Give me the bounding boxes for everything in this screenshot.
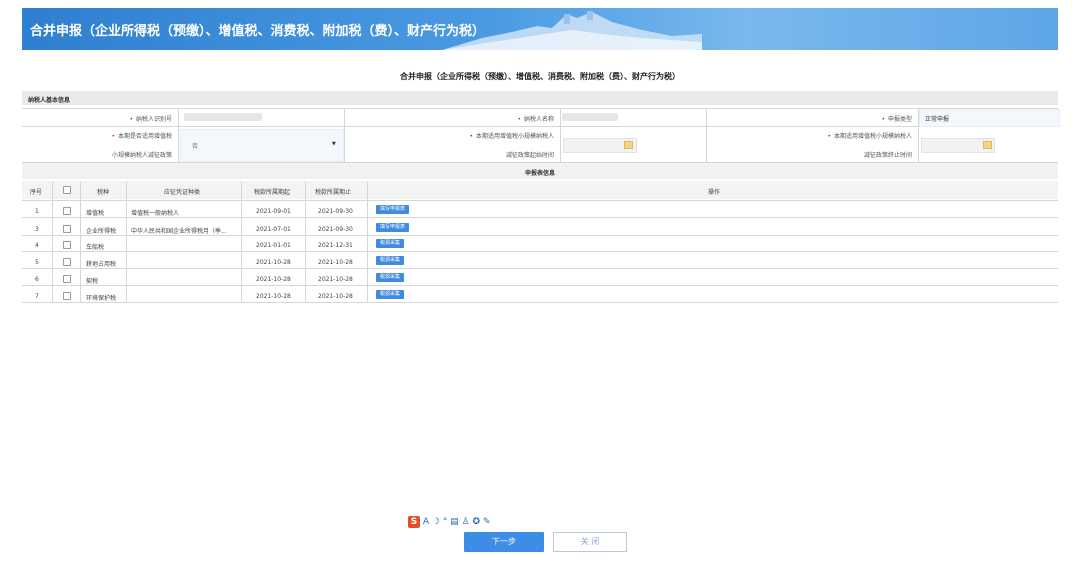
page-title: 合并申报（企业所得税（预缴）、增值税、消费税、附加税（费）、财产行为税）: [400, 72, 680, 81]
collect-tax-source-button[interactable]: 税源采集: [376, 239, 405, 248]
row-checkbox[interactable]: [63, 292, 71, 300]
divider: [706, 108, 707, 162]
cell-voucher-type: 中华人民共和国企业所得税月（季...: [131, 228, 227, 235]
taxpayer-id-value-redacted: [184, 113, 262, 121]
ime-tool-icons[interactable]: A ☽ ° ▤ ♙ ✪ ✎: [423, 517, 491, 527]
cell-period-start: 2021-10-28: [256, 276, 291, 283]
fill-declaration-button[interactable]: 填写申报表: [376, 205, 410, 214]
small-scale-select-value: 否: [192, 143, 199, 150]
dropdown-caret-icon: ▼: [332, 141, 336, 147]
cell-period-start: 2021-09-01: [256, 208, 291, 215]
declare-info-section-header: 申报表信息: [22, 163, 1058, 179]
basic-info-section-header: 纳税人基本信息: [22, 91, 1058, 105]
cell-period-start: 2021-07-01: [256, 226, 291, 233]
next-step-button[interactable]: 下一步: [464, 532, 544, 552]
calendar-icon[interactable]: [983, 141, 992, 149]
row-checkbox[interactable]: [63, 241, 71, 249]
col-header-voucher-type: 应征凭证种类: [164, 189, 201, 196]
row-checkbox[interactable]: [63, 275, 71, 283]
cell-voucher-type: 增值税一般纳税人: [131, 210, 180, 217]
cell-period-start: 2021-10-28: [256, 293, 291, 300]
basic-info-section-title: 纳税人基本信息: [28, 97, 71, 104]
cell-tax-type: 耕地占用税: [86, 261, 117, 268]
end-time-label-line2: 减征政策终止时间: [863, 152, 912, 159]
divider: [22, 302, 1058, 303]
cell-tax-type: 环境保护税: [86, 295, 117, 302]
cell-seq: 6: [35, 276, 39, 283]
cell-seq: 4: [35, 242, 39, 249]
collect-tax-source-button[interactable]: 税源采集: [376, 256, 405, 265]
row-checkbox[interactable]: [63, 258, 71, 266]
cell-period-start: 2021-01-01: [256, 242, 291, 249]
col-header-period-end: 税款所属期止: [315, 189, 352, 196]
start-time-label-line1: • 本期适用增值税小规模纳税人: [469, 133, 554, 140]
cell-tax-type: 车船税: [86, 244, 105, 251]
declare-type-value: 正常申报: [925, 116, 950, 123]
row-checkbox[interactable]: [63, 207, 71, 215]
small-scale-label-line2: 小规模纳税人减征政策: [111, 152, 172, 159]
ime-toolbar[interactable]: S A ☽ ° ▤ ♙ ✪ ✎: [408, 516, 490, 530]
divider: [178, 108, 179, 162]
small-scale-select[interactable]: [180, 129, 344, 162]
cell-period-end: 2021-10-28: [318, 293, 353, 300]
collect-tax-source-button[interactable]: 税源采集: [376, 290, 405, 299]
divider: [22, 200, 1058, 201]
cell-period-end: 2021-10-28: [318, 259, 353, 266]
divider: [560, 108, 561, 162]
banner-title: 合并申报（企业所得税（预缴）、增值税、消费税、附加税（费）、财产行为税）: [30, 24, 486, 39]
col-header-tax-type: 税种: [97, 189, 110, 196]
declare-type-label: • 申报类型: [881, 116, 912, 123]
great-wall-illustration: [442, 11, 702, 50]
declare-info-section-title: 申报表信息: [524, 170, 555, 177]
select-all-checkbox[interactable]: [63, 186, 71, 194]
taxpayer-name-value-redacted: [562, 113, 618, 121]
col-header-seq: 序号: [30, 189, 43, 196]
cell-seq: 1: [35, 208, 39, 215]
start-time-label-line2: 减征政策起始时间: [505, 152, 554, 159]
divider: [22, 268, 1058, 269]
cell-period-end: 2021-12-31: [318, 242, 353, 249]
divider: [22, 285, 1058, 286]
small-scale-label-line1: • 本期是否适用增值税: [111, 133, 172, 140]
calendar-icon[interactable]: [624, 141, 633, 149]
divider: [22, 235, 1058, 236]
fill-declaration-button[interactable]: 填写申报表: [376, 223, 410, 232]
divider: [344, 108, 345, 162]
cell-period-end: 2021-09-30: [318, 226, 353, 233]
sogou-logo-icon[interactable]: S: [408, 516, 420, 528]
cell-period-end: 2021-09-30: [318, 208, 353, 215]
col-header-operation: 操作: [708, 189, 721, 196]
cell-tax-type: 增值税: [86, 210, 105, 217]
collect-tax-source-button[interactable]: 税源采集: [376, 273, 405, 282]
cell-seq: 5: [35, 259, 39, 266]
cell-seq: 3: [35, 226, 39, 233]
divider: [22, 251, 1058, 252]
end-time-label-line1: • 本期适用增值税小规模纳税人: [827, 133, 912, 140]
divider: [22, 217, 1058, 218]
header-banner: 合并申报（企业所得税（预缴）、增值税、消费税、附加税（费）、财产行为税）: [22, 8, 1058, 50]
col-header-period-start: 税款所属期起: [254, 189, 291, 196]
cell-period-start: 2021-10-28: [256, 259, 291, 266]
taxpayer-id-label: • 纳税人识别号: [129, 116, 172, 123]
close-button[interactable]: 关 闭: [553, 532, 627, 552]
cell-period-end: 2021-10-28: [318, 276, 353, 283]
cell-tax-type: 企业所得税: [86, 228, 117, 235]
cell-seq: 7: [35, 293, 39, 300]
cell-tax-type: 契税: [86, 278, 99, 285]
row-checkbox[interactable]: [63, 225, 71, 233]
taxpayer-name-label: • 纳税人名称: [517, 116, 554, 123]
